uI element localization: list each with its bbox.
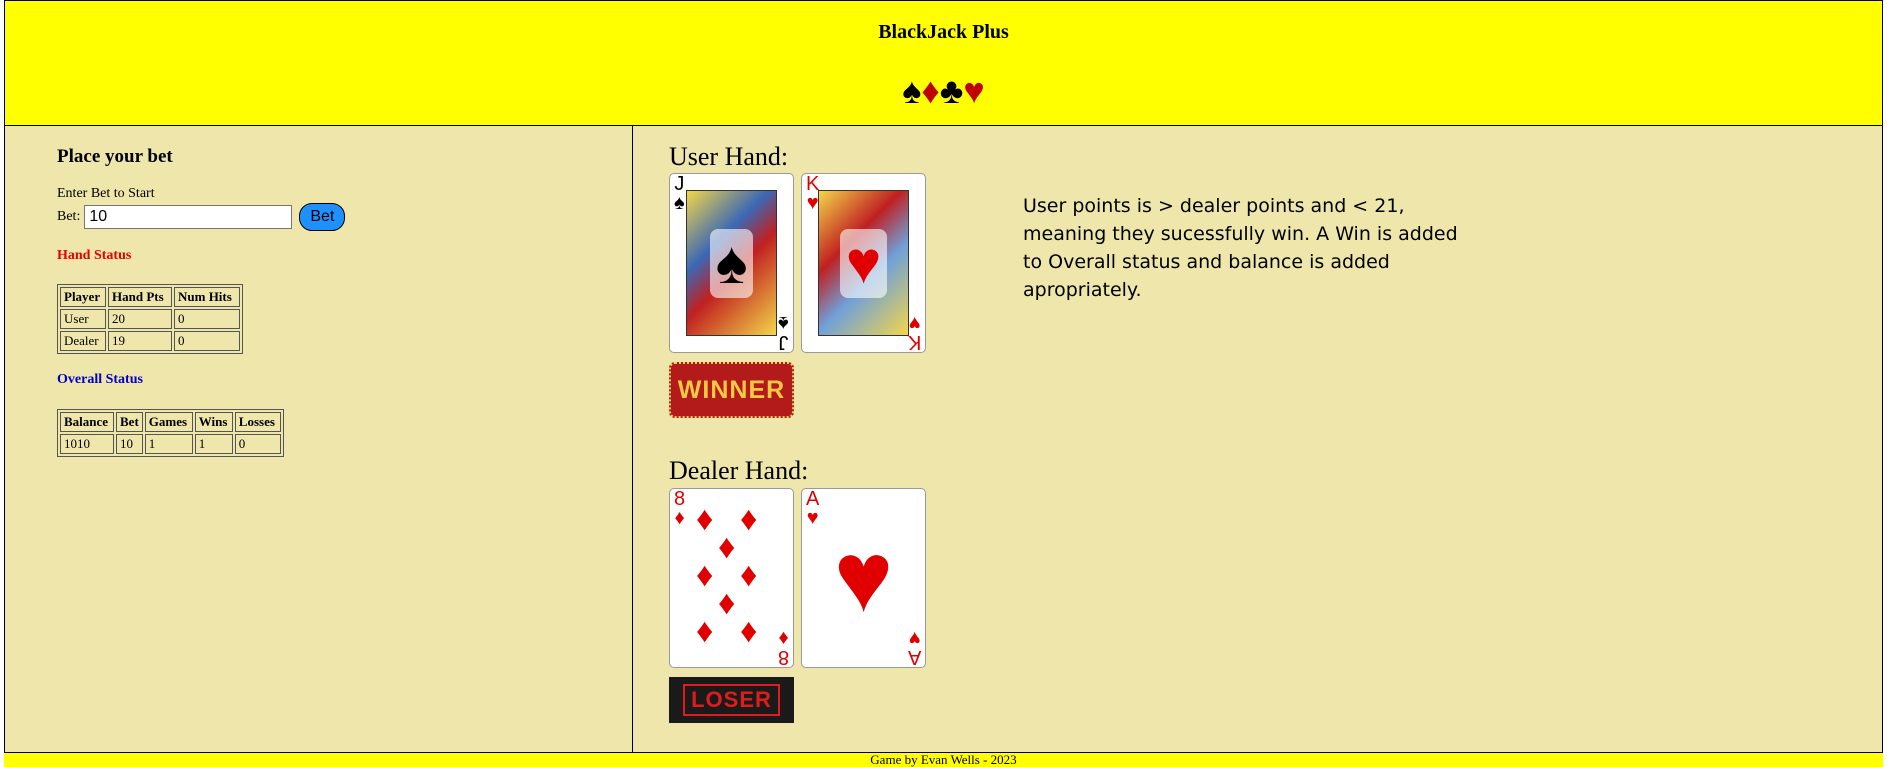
- diamond-icon: ♦: [740, 501, 758, 538]
- game-panel: User Hand: J ♠ ♠ J ♠ K ♥ ♥ K ♥ WINNER Us…: [633, 126, 1883, 752]
- suit-icons: ♠♦♣♥: [5, 71, 1882, 111]
- table-cell: 0: [174, 331, 240, 351]
- spade-icon: ♠: [709, 228, 754, 298]
- footer: Game by Evan Wells - 2023: [4, 752, 1883, 767]
- loser-badge: LOSER: [669, 677, 794, 723]
- table-cell: 0: [234, 434, 281, 454]
- table-row: 1010 10 1 1 0: [60, 434, 281, 454]
- spade-icon: ♠: [902, 71, 922, 111]
- bet-instruction: Enter Bet to Start: [57, 186, 155, 201]
- table-row: User 20 0: [60, 309, 240, 329]
- table-header: Bet: [116, 412, 143, 432]
- table-header-row: Balance Bet Games Wins Losses: [60, 412, 281, 432]
- diamond-icon: ♦: [718, 529, 736, 566]
- card-rank: J: [778, 331, 789, 353]
- bet-label: Bet:: [57, 209, 81, 224]
- diamond-icon: ♦: [696, 613, 714, 650]
- table-header: Balance: [60, 412, 114, 432]
- user-hand-heading: User Hand:: [669, 142, 789, 171]
- bet-button[interactable]: Bet: [299, 203, 346, 231]
- user-card-king-hearts: K ♥ ♥ K ♥: [801, 173, 926, 353]
- card-corner: K ♥: [907, 312, 921, 353]
- table-cell: 20: [108, 309, 172, 329]
- dealer-card-eight-diamonds: 8 ♦ ♦ ♦ ♦ ♦ ♦ ♦ ♦ ♦ 8 ♦: [669, 488, 794, 668]
- table-cell: 1: [144, 434, 193, 454]
- dealer-hand-heading: Dealer Hand:: [669, 456, 809, 485]
- table-header: Hand Pts: [108, 287, 172, 307]
- bet-input[interactable]: [84, 205, 293, 229]
- table-cell: 1010: [60, 434, 114, 454]
- diamond-icon: ♦: [740, 557, 758, 594]
- diamond-icon: ♦: [921, 71, 940, 111]
- spade-icon: ♠: [674, 192, 685, 214]
- king-face-art: ♥: [818, 190, 909, 336]
- card-corner: J ♠: [674, 174, 685, 214]
- heart-icon: ♥: [908, 627, 921, 649]
- card-corner: J ♠: [778, 312, 789, 353]
- table-header-row: Player Hand Pts Num Hits: [60, 287, 240, 307]
- dealer-card-ace-hearts: A ♥ ♥ A ♥: [801, 488, 926, 668]
- winner-badge: WINNER: [669, 362, 794, 418]
- table-header: Player: [60, 287, 106, 307]
- diamond-icon: ♦: [778, 627, 789, 649]
- card-corner: A ♥: [907, 627, 921, 668]
- bet-heading: Place your bet: [57, 146, 173, 167]
- heart-icon: ♥: [833, 522, 894, 633]
- table-row: Dealer 19 0: [60, 331, 240, 351]
- table-header: Num Hits: [174, 287, 240, 307]
- heart-icon: ♥: [963, 71, 985, 111]
- diamond-icon: ♦: [740, 613, 758, 650]
- spade-icon: ♠: [778, 312, 789, 334]
- card-rank: 8: [777, 646, 789, 668]
- hand-status-table: Player Hand Pts Num Hits User 20 0 Deale…: [57, 284, 243, 354]
- header-banner: BlackJack Plus ♠♦♣♥: [4, 0, 1883, 126]
- card-corner: 8 ♦: [777, 627, 789, 668]
- table-header: Wins: [194, 412, 233, 432]
- page: BlackJack Plus ♠♦♣♥ Place your bet Enter…: [0, 0, 1887, 767]
- loser-badge-label: LOSER: [683, 684, 780, 716]
- table-header: Games: [144, 412, 193, 432]
- bet-panel: Place your bet Enter Bet to Start Bet: B…: [4, 126, 633, 752]
- hand-status-label: Hand Status: [57, 248, 132, 263]
- diamond-icon: ♦: [696, 501, 714, 538]
- table-cell: 0: [174, 309, 240, 329]
- table-cell: 19: [108, 331, 172, 351]
- table-cell: Dealer: [60, 331, 106, 351]
- table-cell: 1: [194, 434, 233, 454]
- app-title: BlackJack Plus: [878, 21, 1009, 43]
- diamond-icon: ♦: [696, 557, 714, 594]
- diamond-icon: ♦: [718, 585, 736, 622]
- table-cell: User: [60, 309, 106, 329]
- club-icon: ♣: [939, 71, 964, 111]
- heart-icon: ♥: [839, 228, 888, 298]
- overall-status-label: Overall Status: [57, 372, 143, 387]
- jack-face-art: ♠: [686, 190, 777, 336]
- card-pips: ♦ ♦ ♦ ♦ ♦ ♦ ♦ ♦: [670, 489, 793, 667]
- table-header: Losses: [234, 412, 281, 432]
- card-rank: A: [907, 646, 921, 668]
- heart-icon: ♥: [908, 312, 921, 334]
- overall-status-table: Balance Bet Games Wins Losses 1010 10 1 …: [57, 409, 284, 457]
- user-card-jack-spades: J ♠ ♠ J ♠: [669, 173, 794, 353]
- card-rank: K: [907, 331, 921, 353]
- result-explanation: User points is > dealer points and < 21,…: [1023, 195, 1458, 301]
- table-cell: 10: [116, 434, 143, 454]
- bet-row: Bet: Bet: [57, 203, 346, 231]
